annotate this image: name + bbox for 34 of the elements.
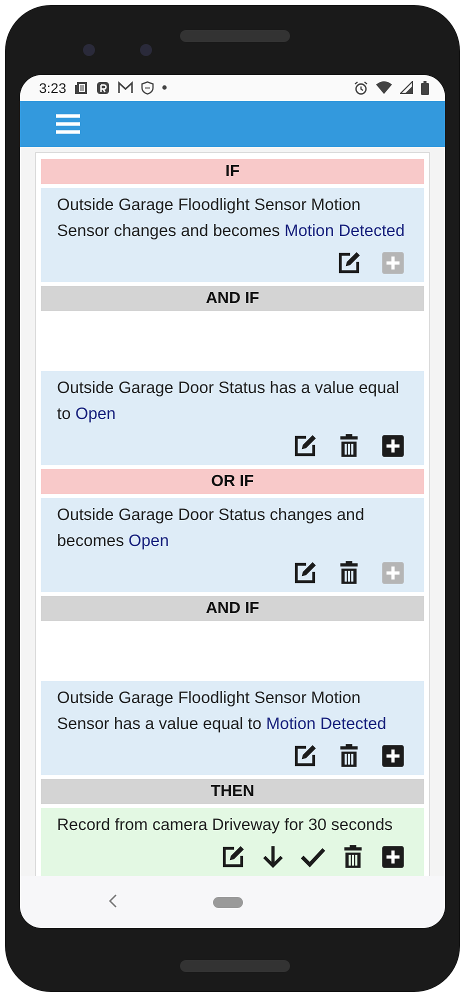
edit-icon[interactable] xyxy=(292,432,318,459)
action-text: Record from camera Driveway for 30 seconds xyxy=(57,814,394,836)
menu-icon[interactable] xyxy=(56,112,80,135)
edit-icon[interactable] xyxy=(336,250,362,276)
camera-icon xyxy=(140,44,152,56)
wifi-icon xyxy=(376,81,392,94)
app-icon xyxy=(96,80,110,95)
alarm-icon xyxy=(354,80,368,95)
section-header: THEN xyxy=(41,778,424,804)
section-header: IF xyxy=(41,158,424,184)
dot-icon xyxy=(162,85,168,90)
section-header: OR IF xyxy=(41,468,424,494)
status-time: 3:23 xyxy=(39,80,66,96)
edit-icon[interactable] xyxy=(292,560,318,586)
camera-icon xyxy=(83,44,95,56)
speaker-icon xyxy=(180,960,290,972)
plus-icon[interactable] xyxy=(380,432,406,459)
battery-icon xyxy=(421,80,429,95)
shield-icon xyxy=(141,80,154,95)
plus-icon[interactable] xyxy=(380,742,406,769)
condition-text: Outside Garage Floodlight Sensor Motion Sensor changes and becomes Motion Detected xyxy=(57,194,406,242)
condition-text: Outside Garage Door Status has a value equal to Open xyxy=(57,378,400,425)
plus-icon[interactable] xyxy=(380,844,406,870)
section-header: AND IF xyxy=(41,286,424,311)
mail-icon xyxy=(118,81,134,94)
speaker-icon xyxy=(180,30,290,42)
edit-icon[interactable] xyxy=(220,844,246,870)
newspaper-icon xyxy=(74,80,88,95)
signal-icon xyxy=(400,81,413,94)
section-header: AND IF xyxy=(41,596,424,621)
edit-icon[interactable] xyxy=(292,742,318,769)
condition-text: Outside Garage Floodlight Sensor Motion Sensor has a value equal to Motion Detected xyxy=(57,688,388,735)
condition-text: Outside Garage Door Status changes and becomes Open xyxy=(57,504,366,552)
home-button[interactable] xyxy=(213,896,243,908)
